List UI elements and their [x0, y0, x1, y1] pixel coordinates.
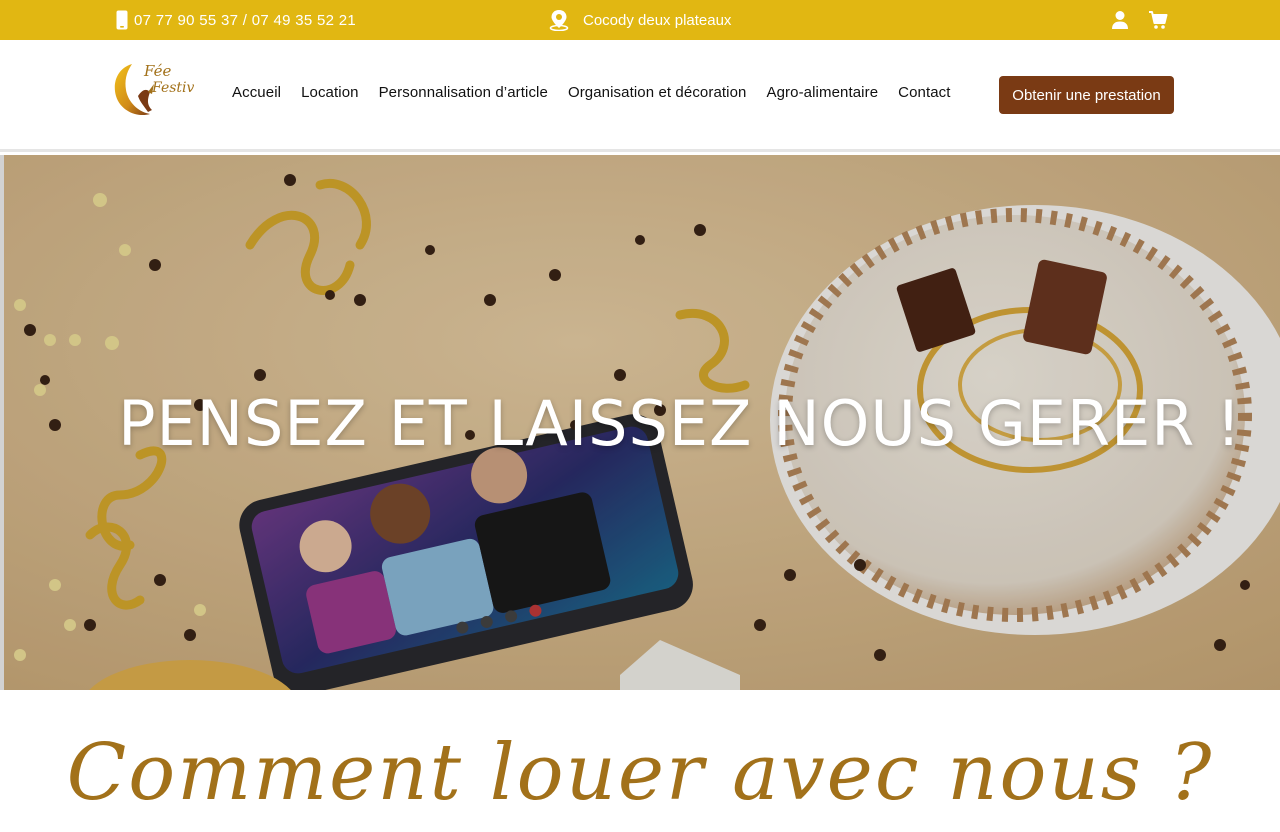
location-text: Cocody deux plateaux	[583, 11, 732, 29]
phone-icon	[116, 10, 128, 30]
user-icon[interactable]	[1110, 10, 1130, 30]
main-nav: Accueil Location Personnalisation d’arti…	[222, 84, 961, 101]
section-title: Comment louer avec nous ?	[66, 728, 1214, 818]
hero-banner: PENSEZ ET LAISSEZ NOUS GERER !	[0, 155, 1280, 690]
nav-item-location[interactable]: Location	[291, 84, 369, 101]
cart-icon[interactable]	[1148, 10, 1168, 30]
get-service-button[interactable]: Obtenir une prestation	[999, 76, 1174, 114]
nav-item-accueil[interactable]: Accueil	[222, 84, 291, 101]
account-icons	[1110, 9, 1168, 31]
logo-text-fee: Fée	[143, 62, 171, 80]
phone-numbers: 07 77 90 55 37 / 07 49 35 52 21	[134, 11, 356, 29]
site-header: Fée Festiv Accueil Location Personnalisa…	[0, 40, 1280, 152]
nav-item-agro-alimentaire[interactable]: Agro-alimentaire	[756, 84, 888, 101]
nav-item-contact[interactable]: Contact	[888, 84, 960, 101]
hero-title: PENSEZ ET LAISSEZ NOUS GERER !	[118, 387, 1242, 460]
logo-text-festive: Festiv	[151, 80, 194, 96]
location-pin-icon	[549, 10, 569, 31]
nav-item-personnalisation[interactable]: Personnalisation d’article	[369, 84, 558, 101]
site-logo[interactable]: Fée Festiv	[108, 50, 194, 122]
top-bar: 07 77 90 55 37 / 07 49 35 52 21 Cocody d…	[0, 0, 1280, 40]
phone-contact[interactable]: 07 77 90 55 37 / 07 49 35 52 21	[116, 10, 356, 30]
location: Cocody deux plateaux	[549, 8, 731, 32]
nav-item-organisation[interactable]: Organisation et décoration	[558, 84, 757, 101]
